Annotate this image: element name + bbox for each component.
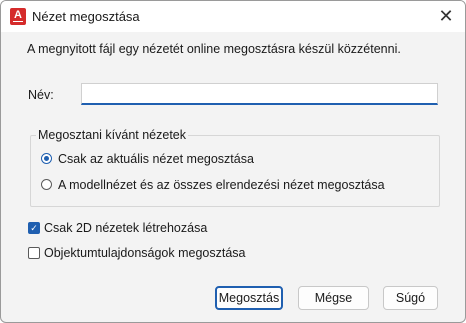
radio-all-views-label: A modellnézet és az összes elrendezési n… [58, 178, 385, 192]
radio-current-view-label: Csak az aktuális nézet megosztása [58, 152, 254, 166]
title-bar: A Nézet megosztása ✕ [1, 1, 465, 32]
autocad-icon: A [10, 8, 26, 25]
window-title: Nézet megosztása [32, 9, 140, 24]
radio-button-selected[interactable] [41, 153, 52, 164]
close-icon[interactable]: ✕ [435, 5, 457, 27]
share-button[interactable]: Megosztás [215, 286, 283, 310]
name-input[interactable] [81, 83, 438, 105]
checkbox-share-properties-label: Objektumtulajdonságok megosztása [44, 246, 246, 260]
dialog-description: A megnyitott fájl egy nézetét online meg… [27, 42, 401, 56]
share-view-dialog: A Nézet megosztása ✕ A megnyitott fájl e… [0, 0, 466, 323]
checkbox-2d-only-label: Csak 2D nézetek létrehozása [44, 221, 208, 235]
views-group-legend: Megosztani kívánt nézetek [36, 128, 188, 142]
name-label: Név: [28, 88, 54, 102]
radio-button[interactable] [41, 179, 52, 190]
checkbox-unchecked[interactable] [28, 247, 40, 259]
checkbox-checked[interactable]: ✓ [28, 222, 40, 234]
views-groupbox [30, 135, 440, 207]
help-button[interactable]: Súgó [383, 286, 438, 310]
cancel-button[interactable]: Mégse [298, 286, 369, 310]
